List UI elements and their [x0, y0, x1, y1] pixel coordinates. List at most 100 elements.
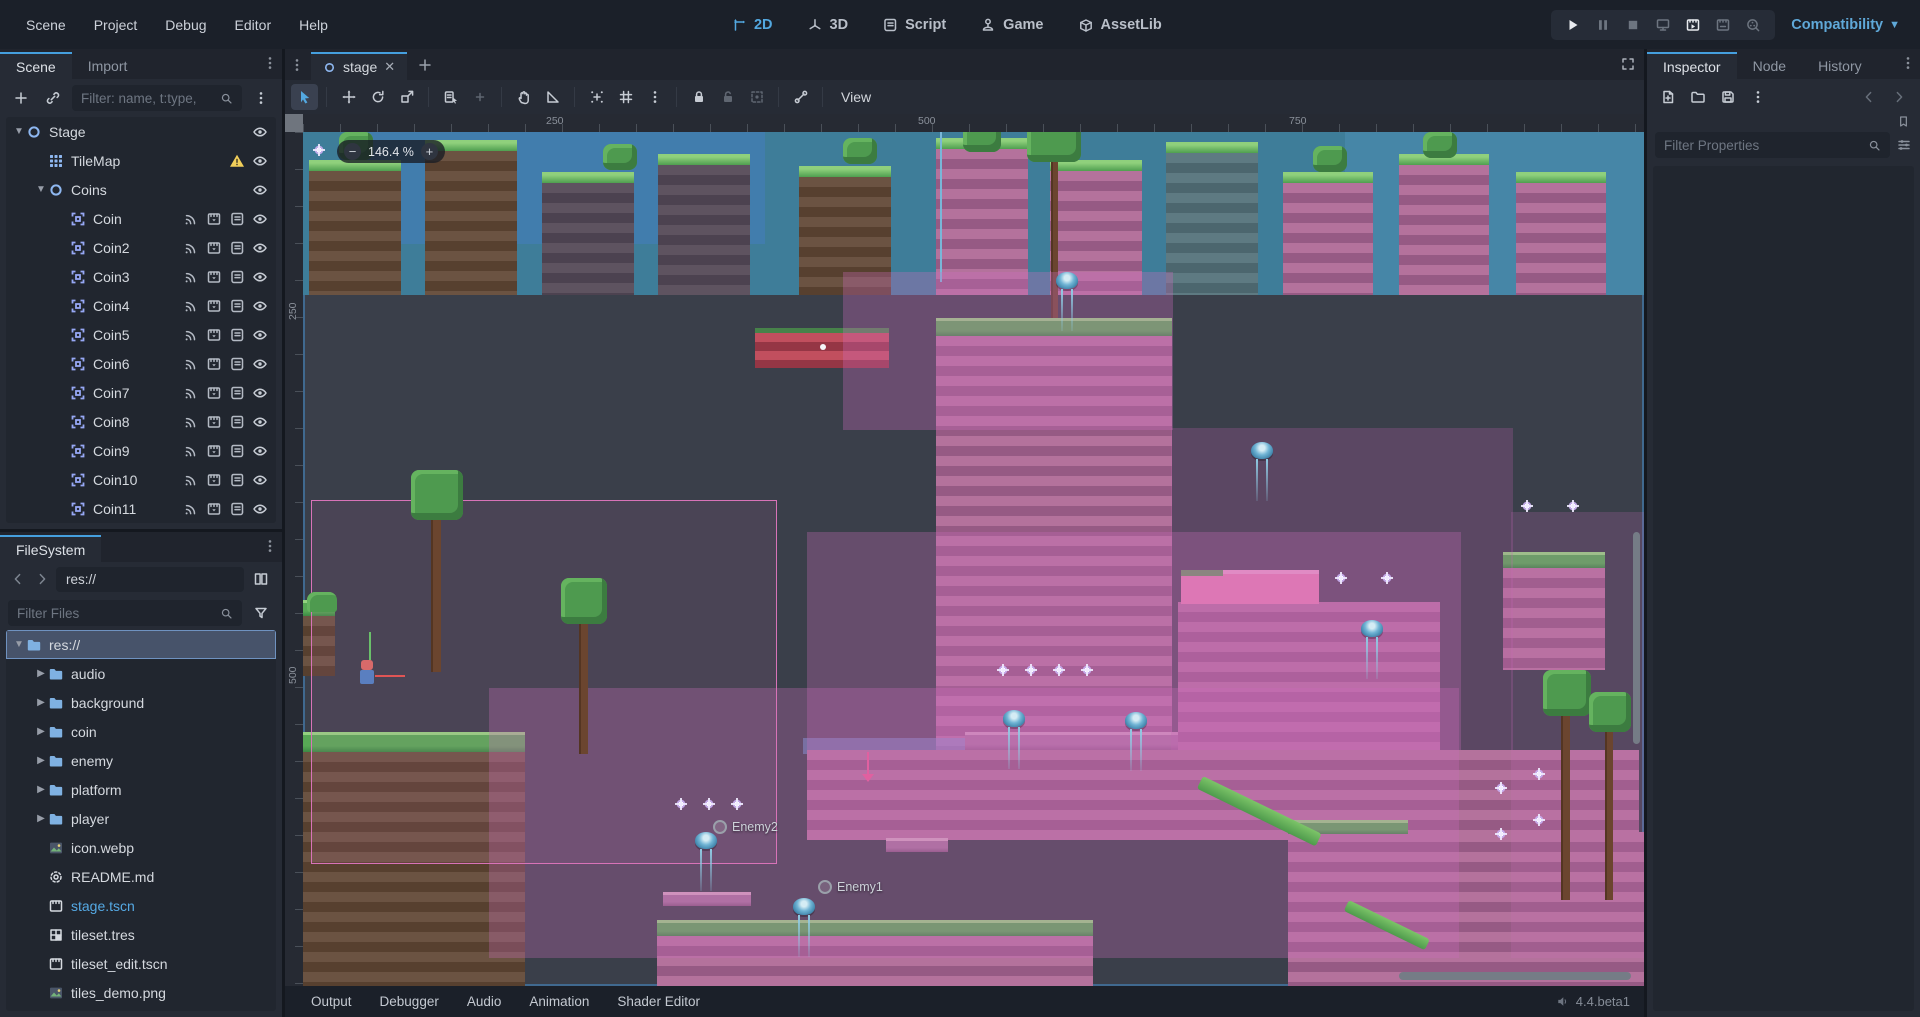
group-node-button[interactable]	[743, 84, 770, 110]
zoom-out-button[interactable]: −	[344, 143, 361, 160]
scene-node-coins[interactable]: ▼Coins	[6, 175, 276, 204]
instance-icon[interactable]	[206, 269, 222, 285]
expand-viewport-icon[interactable]	[1620, 56, 1636, 72]
play-custom-scene-button[interactable]	[1711, 13, 1735, 37]
expander-icon[interactable]: ▶	[34, 726, 48, 737]
scene-dock-menu-icon[interactable]	[262, 55, 278, 71]
scene-node-coin8[interactable]: Coin8	[6, 407, 276, 436]
signal-icon[interactable]	[183, 327, 199, 343]
eye-icon[interactable]	[252, 501, 268, 517]
history-forward-button[interactable]	[1886, 84, 1912, 110]
fs-item-readme-md[interactable]: README.md	[6, 862, 276, 891]
eye-icon[interactable]	[252, 269, 268, 285]
signal-icon[interactable]	[183, 443, 199, 459]
instance-icon[interactable]	[206, 501, 222, 517]
fs-item-tileset-tres[interactable]: tileset.tres	[6, 920, 276, 949]
menu-editor[interactable]: Editor	[223, 12, 284, 38]
close-icon[interactable]: ✕	[384, 59, 395, 75]
filesystem-dock-menu-icon[interactable]	[262, 538, 278, 554]
signal-icon[interactable]	[183, 472, 199, 488]
warning-icon[interactable]	[229, 153, 245, 169]
movie-maker-button[interactable]	[1741, 13, 1765, 37]
play-scene-button[interactable]	[1681, 13, 1705, 37]
instance-icon[interactable]	[206, 298, 222, 314]
eye-icon[interactable]	[252, 124, 268, 140]
scene-node-coin9[interactable]: Coin9	[6, 436, 276, 465]
canvas[interactable]: − 146.4 % + Enemy2Enemy1	[303, 132, 1644, 986]
script-icon[interactable]	[229, 472, 245, 488]
signal-icon[interactable]	[183, 356, 199, 372]
ruler-tool[interactable]	[539, 84, 566, 110]
eye-icon[interactable]	[252, 298, 268, 314]
new-scene-tab-button[interactable]	[417, 57, 433, 73]
signal-icon[interactable]	[183, 385, 199, 401]
play-button[interactable]	[1561, 13, 1585, 37]
volume-icon[interactable]	[1556, 995, 1569, 1008]
unlock-node-button[interactable]	[714, 84, 741, 110]
instance-icon[interactable]	[206, 443, 222, 459]
workspace-assetlib[interactable]: AssetLib	[1065, 12, 1173, 38]
lock-node-button[interactable]	[685, 84, 712, 110]
list-select-tool[interactable]	[437, 84, 464, 110]
scene-tree-menu-button[interactable]	[248, 85, 274, 111]
expander-icon[interactable]: ▼	[34, 184, 48, 195]
instance-scene-button[interactable]	[40, 85, 66, 111]
eye-icon[interactable]	[252, 182, 268, 198]
resource-menu-button[interactable]	[1745, 84, 1771, 110]
expander-icon[interactable]: ▼	[12, 126, 26, 137]
workspace-game[interactable]: Game	[968, 12, 1055, 38]
script-icon[interactable]	[229, 298, 245, 314]
script-icon[interactable]	[229, 269, 245, 285]
scene-node-coin6[interactable]: Coin6	[6, 349, 276, 378]
fs-sort-button[interactable]	[248, 600, 274, 626]
scene-node-coin[interactable]: Coin	[6, 204, 276, 233]
stop-button[interactable]	[1621, 13, 1645, 37]
bottom-panel-output[interactable]: Output	[299, 990, 364, 1013]
vertical-scrollbar[interactable]	[1633, 532, 1640, 744]
rotate-tool[interactable]	[364, 84, 391, 110]
eye-icon[interactable]	[252, 414, 268, 430]
expander-icon[interactable]: ▶	[34, 668, 48, 679]
eye-icon[interactable]	[252, 443, 268, 459]
expander-icon[interactable]: ▶	[34, 755, 48, 766]
fs-item-tiles-demo-png[interactable]: tiles_demo.png	[6, 978, 276, 1007]
fs-item-coin[interactable]: ▶coin	[6, 717, 276, 746]
instance-icon[interactable]	[206, 327, 222, 343]
menu-scene[interactable]: Scene	[14, 12, 78, 38]
scene-node-tilemap[interactable]: TileMap	[6, 146, 276, 175]
zoom-level[interactable]: 146.4 %	[368, 145, 414, 159]
eye-icon[interactable]	[252, 385, 268, 401]
expander-icon[interactable]: ▶	[34, 813, 48, 824]
tab-filesystem[interactable]: FileSystem	[0, 535, 101, 562]
instance-icon[interactable]	[206, 211, 222, 227]
fs-item-res-[interactable]: ▼res://	[6, 630, 276, 659]
scene-node-coin5[interactable]: Coin5	[6, 320, 276, 349]
scene-node-stage[interactable]: ▼Stage	[6, 117, 276, 146]
tab-inspector[interactable]: Inspector	[1647, 52, 1737, 79]
instance-icon[interactable]	[206, 240, 222, 256]
script-icon[interactable]	[229, 385, 245, 401]
eye-icon[interactable]	[252, 153, 268, 169]
fs-item-enemy[interactable]: ▶enemy	[6, 746, 276, 775]
inspector-filter-input[interactable]	[1664, 138, 1862, 153]
load-resource-button[interactable]	[1685, 84, 1711, 110]
tab-scene[interactable]: Scene	[0, 52, 72, 79]
scene-node-coin10[interactable]: Coin10	[6, 465, 276, 494]
eye-icon[interactable]	[252, 472, 268, 488]
script-icon[interactable]	[229, 211, 245, 227]
tab-strip-menu-icon[interactable]	[289, 57, 305, 73]
scale-tool[interactable]	[393, 84, 420, 110]
signal-icon[interactable]	[183, 240, 199, 256]
script-icon[interactable]	[229, 443, 245, 459]
expander-icon[interactable]: ▼	[12, 639, 26, 650]
script-icon[interactable]	[229, 414, 245, 430]
fs-item-platform[interactable]: ▶platform	[6, 775, 276, 804]
view-menu-button[interactable]: View	[831, 86, 881, 108]
inspector-dock-menu-icon[interactable]	[1900, 55, 1916, 71]
scene-node-coin7[interactable]: Coin7	[6, 378, 276, 407]
property-filter-icon[interactable]	[1896, 137, 1912, 153]
bottom-panel-animation[interactable]: Animation	[517, 990, 601, 1013]
script-icon[interactable]	[229, 327, 245, 343]
menu-help[interactable]: Help	[287, 12, 340, 38]
tab-import[interactable]: Import	[72, 52, 144, 79]
